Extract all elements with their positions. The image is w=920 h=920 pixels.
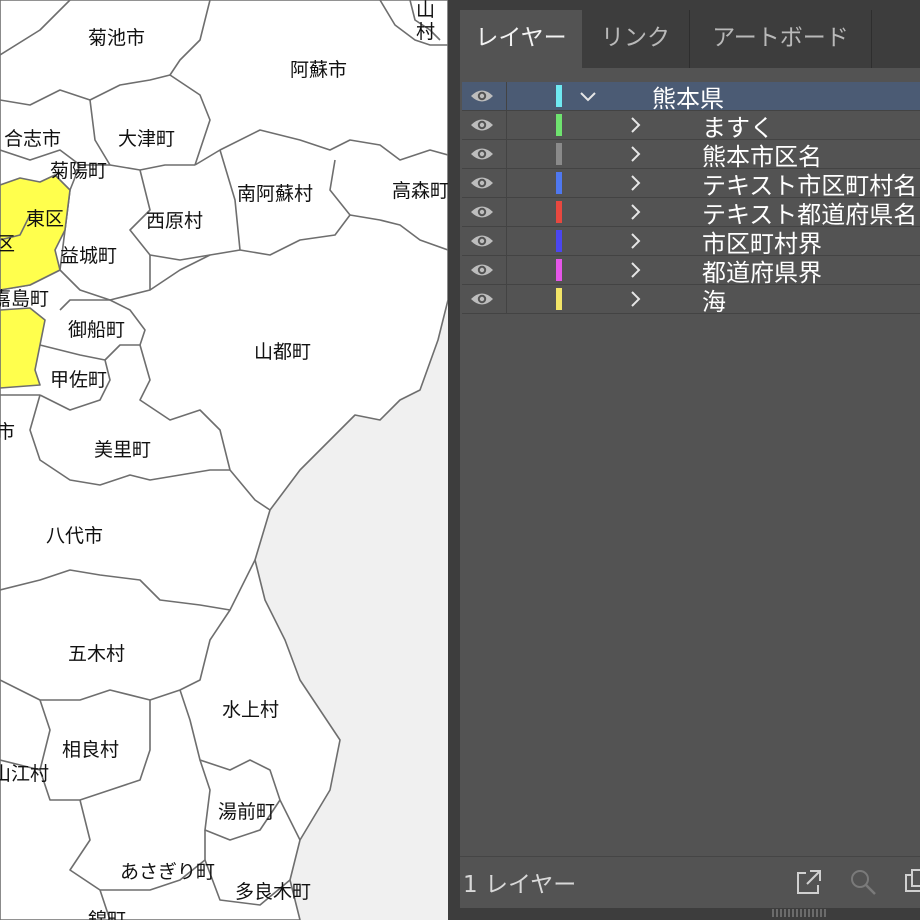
label-ku-partial: 区 — [0, 233, 15, 255]
layer-row[interactable]: 熊本県 — [462, 82, 920, 113]
layer-row[interactable]: 海 — [462, 282, 920, 317]
chevron-right-icon[interactable] — [626, 288, 646, 310]
label-nishiki: 錦町 — [88, 909, 126, 920]
panel-divider[interactable] — [448, 0, 460, 920]
layer-color-swatch — [556, 143, 562, 165]
chevron-right-icon[interactable] — [626, 201, 646, 223]
chevron-right-icon[interactable] — [626, 230, 646, 252]
layer-color-swatch — [556, 114, 562, 136]
map-canvas[interactable]: 菊池市 阿蘇市 合志市 大津町 菊陽町 東区 区 西原村 南阿蘇村 高森町 益城… — [0, 0, 448, 920]
visibility-column-divider — [506, 169, 507, 197]
chevron-right-icon[interactable] — [626, 114, 646, 136]
label-kikuchi: 菊池市 — [88, 27, 145, 49]
visibility-column-divider — [506, 285, 507, 313]
visibility-column-divider — [506, 140, 507, 168]
layer-row[interactable]: 都道府県界 — [462, 256, 920, 287]
visibility-column-divider — [506, 111, 507, 139]
label-kashima: 嘉島町 — [0, 288, 49, 310]
label-mura-partial: 村 — [416, 21, 435, 43]
chevron-right-icon[interactable] — [626, 259, 646, 281]
label-itsuki: 五木村 — [68, 643, 125, 665]
label-aso: 阿蘇市 — [290, 59, 347, 81]
eye-icon[interactable] — [470, 88, 494, 104]
tab-layers[interactable]: レイヤー — [460, 10, 582, 68]
label-taragi: 多良木町 — [235, 881, 311, 903]
label-shi-partial: 市 — [0, 421, 15, 443]
export-icon[interactable] — [794, 867, 824, 901]
label-yamato: 山都町 — [254, 341, 311, 363]
visibility-column-divider — [506, 198, 507, 226]
label-kikuyo: 菊陽町 — [50, 160, 107, 182]
label-sagara: 相良村 — [62, 739, 119, 761]
layer-row[interactable]: テキスト都道府県名 — [462, 198, 920, 229]
label-higashiku: 東区 — [26, 208, 64, 230]
label-mashiki: 益城町 — [60, 245, 117, 267]
label-yatsushiro: 八代市 — [46, 525, 103, 547]
layers-panel: レイヤー リンク アートボード 熊本県 ますく 熊本市区名 テキスト市区町村名 テキスト… — [448, 0, 920, 920]
eye-icon[interactable] — [470, 204, 494, 220]
label-minamiaso: 南阿蘇村 — [237, 183, 313, 205]
eye-icon[interactable] — [470, 233, 494, 249]
tab-links[interactable]: リンク — [582, 10, 690, 68]
layer-color-swatch — [556, 259, 562, 281]
layer-list: 熊本県 ますく 熊本市区名 テキスト市区町村名 テキスト都道府県名 市区町村界 都道府県界海 — [462, 82, 920, 317]
label-yama-partial: 山 — [416, 0, 435, 21]
layer-name[interactable]: 海 — [702, 282, 726, 317]
label-mifune: 御船町 — [68, 319, 125, 341]
label-mizukami: 水上村 — [222, 699, 279, 721]
label-yunomae: 湯前町 — [218, 801, 275, 823]
layer-row[interactable]: テキスト市区町村名 — [462, 169, 920, 200]
layer-color-swatch — [556, 288, 562, 310]
layer-count: 1 レイヤー — [463, 872, 577, 898]
new-layer-icon[interactable] — [902, 867, 920, 901]
label-takamori: 高森町 — [392, 180, 448, 202]
label-otsu: 大津町 — [118, 128, 175, 150]
eye-icon[interactable] — [470, 262, 494, 278]
label-yamae: 山江村 — [0, 763, 49, 785]
chevron-down-icon[interactable] — [578, 85, 598, 107]
eye-icon[interactable] — [470, 175, 494, 191]
eye-icon[interactable] — [470, 291, 494, 307]
search-icon[interactable] — [848, 867, 878, 901]
layer-row[interactable]: ますく — [462, 111, 920, 142]
visibility-column-divider — [506, 256, 507, 284]
label-misato: 美里町 — [94, 439, 151, 461]
layer-row[interactable]: 熊本市区名 — [462, 140, 920, 171]
visibility-column-divider — [506, 82, 507, 110]
panel-footer: 1 レイヤー — [460, 856, 920, 909]
map-svg[interactable]: 菊池市 阿蘇市 合志市 大津町 菊陽町 東区 区 西原村 南阿蘇村 高森町 益城… — [0, 0, 448, 920]
label-koshi: 合志市 — [4, 128, 61, 150]
layer-color-swatch — [556, 172, 562, 194]
layer-color-swatch — [556, 85, 562, 107]
panel-bottom-strip — [460, 908, 920, 920]
layer-row[interactable]: 市区町村界 — [462, 227, 920, 258]
eye-icon[interactable] — [470, 146, 494, 162]
chevron-right-icon[interactable] — [626, 143, 646, 165]
panel-tab-bar: レイヤー リンク アートボード — [460, 0, 920, 68]
visibility-column-divider — [506, 227, 507, 255]
land-area — [0, 0, 448, 920]
resize-grip[interactable] — [772, 909, 826, 917]
tab-artboards[interactable]: アートボード — [690, 10, 872, 68]
label-kosa: 甲佐町 — [50, 369, 107, 391]
label-asagiri: あさぎり町 — [120, 861, 215, 883]
label-nishihara: 西原村 — [146, 210, 203, 232]
layer-color-swatch — [556, 201, 562, 223]
layer-color-swatch — [556, 230, 562, 252]
chevron-right-icon[interactable] — [626, 172, 646, 194]
eye-icon[interactable] — [470, 117, 494, 133]
